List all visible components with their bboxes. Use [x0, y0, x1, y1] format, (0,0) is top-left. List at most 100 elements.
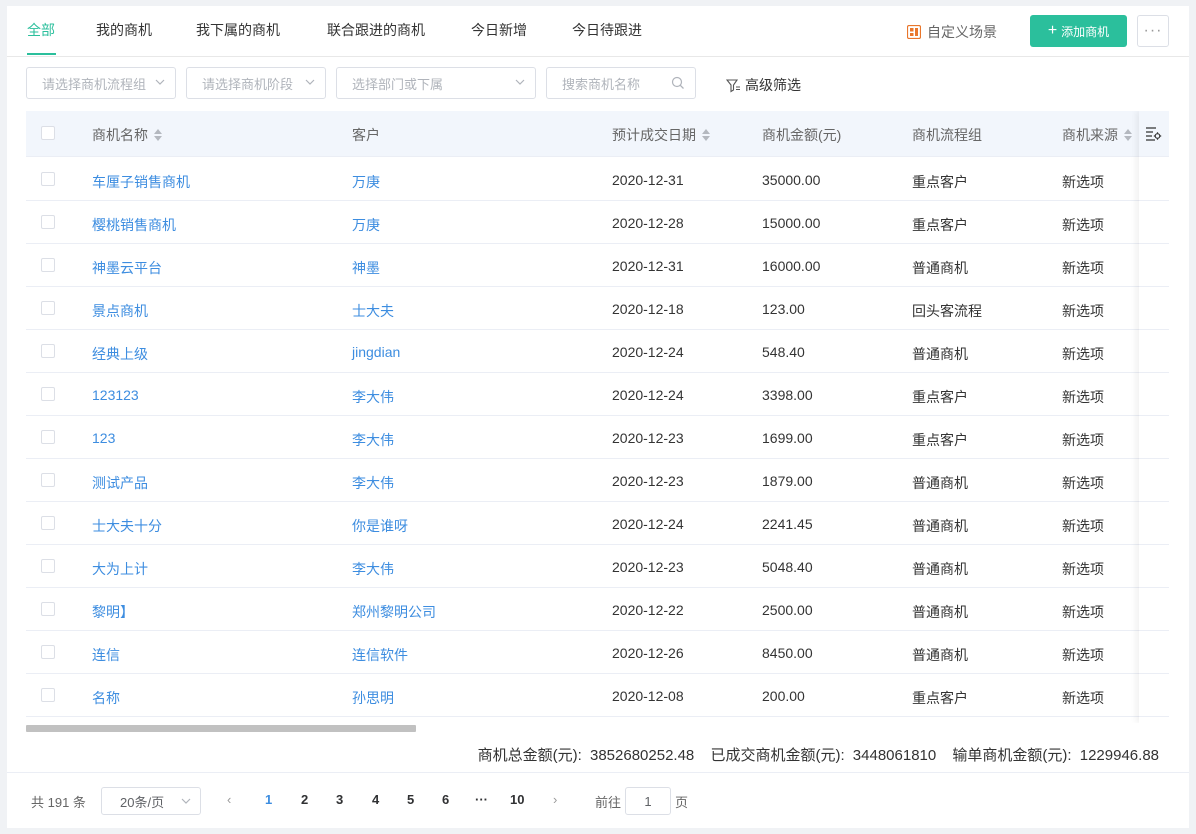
source: 新选项 — [1062, 389, 1104, 405]
row-checkbox[interactable] — [41, 559, 55, 573]
custom-scene-label: 自定义场景 — [927, 24, 997, 40]
amount: 548.40 — [762, 344, 805, 360]
table-row[interactable]: 黎明】 郑州黎明公司 2020-12-22 2500.00 普通商机 新选项 — [26, 588, 1169, 631]
column-header-expected-date[interactable]: 预计成交日期 — [612, 125, 710, 145]
add-opportunity-button[interactable]: + 添加商机 — [1030, 15, 1127, 47]
expected-date: 2020-12-24 — [612, 516, 684, 532]
table-row[interactable]: 樱桃销售商机 万庚 2020-12-28 15000.00 重点客户 新选项 — [26, 201, 1169, 244]
page-button-6[interactable]: 6 — [442, 792, 449, 807]
prev-page-button[interactable]: ‹ — [227, 792, 231, 807]
page-button-5[interactable]: 5 — [407, 792, 414, 807]
table-row[interactable]: 连信 连信软件 2020-12-26 8450.00 普通商机 新选项 — [26, 631, 1169, 674]
row-checkbox[interactable] — [41, 387, 55, 401]
customer-link[interactable]: 李大伟 — [352, 430, 394, 450]
next-page-button[interactable]: › — [553, 792, 557, 807]
row-checkbox[interactable] — [41, 516, 55, 530]
table-row[interactable]: 士大夫十分 你是谁呀 2020-12-24 2241.45 普通商机 新选项 — [26, 502, 1169, 545]
total-amount-label: 商机总金额(元): — [477, 747, 582, 764]
opportunity-name-link[interactable]: 黎明】 — [92, 602, 134, 622]
table-row[interactable]: 123 李大伟 2020-12-23 1699.00 重点客户 新选项 — [26, 416, 1169, 459]
page-button-3[interactable]: 3 — [336, 792, 343, 807]
tab-all[interactable]: 全部 — [27, 20, 55, 40]
customer-link[interactable]: jingdian — [352, 344, 400, 360]
opportunity-name-link[interactable]: 景点商机 — [92, 301, 148, 321]
customer-link[interactable]: 万庚 — [352, 215, 380, 235]
flow-group-select[interactable]: 请选择商机流程组 — [26, 67, 176, 99]
opportunity-name-link[interactable]: 经典上级 — [92, 344, 148, 364]
opportunity-name-link[interactable]: 大为上计 — [92, 559, 148, 579]
customer-link[interactable]: 郑州黎明公司 — [352, 602, 436, 622]
tab-my-opportunities[interactable]: 我的商机 — [96, 20, 152, 40]
sort-icon[interactable] — [1124, 129, 1132, 141]
table-row[interactable]: 123123 李大伟 2020-12-24 3398.00 重点客户 新选项 — [26, 373, 1169, 416]
search-icon[interactable] — [671, 76, 685, 90]
page-button-4[interactable]: 4 — [372, 792, 379, 807]
opportunity-name-link[interactable]: 名称 — [92, 688, 120, 708]
column-header-name[interactable]: 商机名称 — [92, 125, 162, 145]
opportunity-name-link[interactable]: 樱桃销售商机 — [92, 215, 176, 235]
sort-icon[interactable] — [154, 129, 162, 141]
column-settings-icon[interactable] — [1145, 125, 1162, 142]
page-button-10[interactable]: 10 — [510, 792, 524, 807]
customer-link[interactable]: 李大伟 — [352, 473, 394, 493]
page-button-1[interactable]: 1 — [265, 792, 272, 807]
search-input[interactable]: 搜索商机名称 — [546, 67, 696, 99]
custom-scene-button[interactable]: 自定义场景 — [907, 22, 997, 42]
opportunity-name-link[interactable]: 连信 — [92, 645, 120, 665]
more-pages-ellipsis[interactable]: ··· — [475, 792, 488, 807]
advanced-filter-button[interactable]: 高级筛选 — [726, 75, 801, 95]
tab-subordinate-opportunities[interactable]: 我下属的商机 — [196, 20, 280, 40]
page-button-2[interactable]: 2 — [301, 792, 308, 807]
opportunity-name-link[interactable]: 123 — [92, 430, 115, 446]
customer-link[interactable]: 士大夫 — [352, 301, 394, 321]
customer-link[interactable]: 李大伟 — [352, 559, 394, 579]
more-options-button[interactable]: ··· — [1137, 15, 1169, 47]
customer-link[interactable]: 孙思明 — [352, 688, 394, 708]
row-checkbox[interactable] — [41, 344, 55, 358]
expected-date: 2020-12-28 — [612, 215, 684, 231]
row-checkbox[interactable] — [41, 602, 55, 616]
customer-link[interactable]: 你是谁呀 — [352, 516, 408, 536]
table-row[interactable]: 景点商机 士大夫 2020-12-18 123.00 回头客流程 新选项 — [26, 287, 1169, 330]
column-header-source[interactable]: 商机来源 — [1062, 125, 1132, 145]
opportunity-name-link[interactable]: 神墨云平台 — [92, 258, 162, 278]
filter-funnel-icon — [726, 78, 740, 92]
row-checkbox[interactable] — [41, 258, 55, 272]
table-row[interactable]: 大为上计 李大伟 2020-12-23 5048.40 普通商机 新选项 — [26, 545, 1169, 588]
page-size-select[interactable]: 20条/页 — [101, 787, 201, 815]
customer-link[interactable]: 神墨 — [352, 258, 380, 278]
table-row[interactable]: 神墨云平台 神墨 2020-12-31 16000.00 普通商机 新选项 — [26, 244, 1169, 287]
flow-group: 重点客户 — [912, 432, 968, 448]
flow-group: 普通商机 — [912, 561, 968, 577]
tab-today-new[interactable]: 今日新增 — [471, 20, 527, 40]
expected-date: 2020-12-31 — [612, 172, 684, 188]
customer-link[interactable]: 连信软件 — [352, 645, 408, 665]
row-checkbox[interactable] — [41, 215, 55, 229]
opportunity-name-link[interactable]: 测试产品 — [92, 473, 148, 493]
opportunity-name-link[interactable]: 车厘子销售商机 — [92, 172, 190, 192]
goto-page-input[interactable] — [625, 787, 671, 815]
tab-joint-followup[interactable]: 联合跟进的商机 — [327, 20, 425, 40]
row-checkbox[interactable] — [41, 172, 55, 186]
horizontal-scrollbar[interactable] — [26, 725, 416, 732]
select-all-checkbox[interactable] — [41, 126, 55, 140]
row-checkbox[interactable] — [41, 301, 55, 315]
row-checkbox[interactable] — [41, 430, 55, 444]
table-row[interactable]: 车厘子销售商机 万庚 2020-12-31 35000.00 重点客户 新选项 — [26, 158, 1169, 201]
customer-link[interactable]: 李大伟 — [352, 387, 394, 407]
stage-select[interactable]: 请选择商机阶段 — [186, 67, 326, 99]
opportunity-name-link[interactable]: 123123 — [92, 387, 139, 403]
customer-link[interactable]: 万庚 — [352, 172, 380, 192]
table-row[interactable]: 测试产品 李大伟 2020-12-23 1879.00 普通商机 新选项 — [26, 459, 1169, 502]
column-header-source-label: 商机来源 — [1062, 127, 1118, 143]
row-checkbox[interactable] — [41, 645, 55, 659]
opportunity-name-link[interactable]: 士大夫十分 — [92, 516, 162, 536]
table-row[interactable]: 名称 孙思明 2020-12-08 200.00 重点客户 新选项 — [26, 674, 1169, 717]
sort-icon[interactable] — [702, 129, 710, 141]
tab-today-followup[interactable]: 今日待跟进 — [572, 20, 642, 40]
row-checkbox[interactable] — [41, 473, 55, 487]
row-checkbox[interactable] — [41, 688, 55, 702]
department-select[interactable]: 选择部门或下属 — [336, 67, 536, 99]
stage-placeholder: 请选择商机阶段 — [202, 76, 294, 92]
table-row[interactable]: 经典上级 jingdian 2020-12-24 548.40 普通商机 新选项 — [26, 330, 1169, 373]
